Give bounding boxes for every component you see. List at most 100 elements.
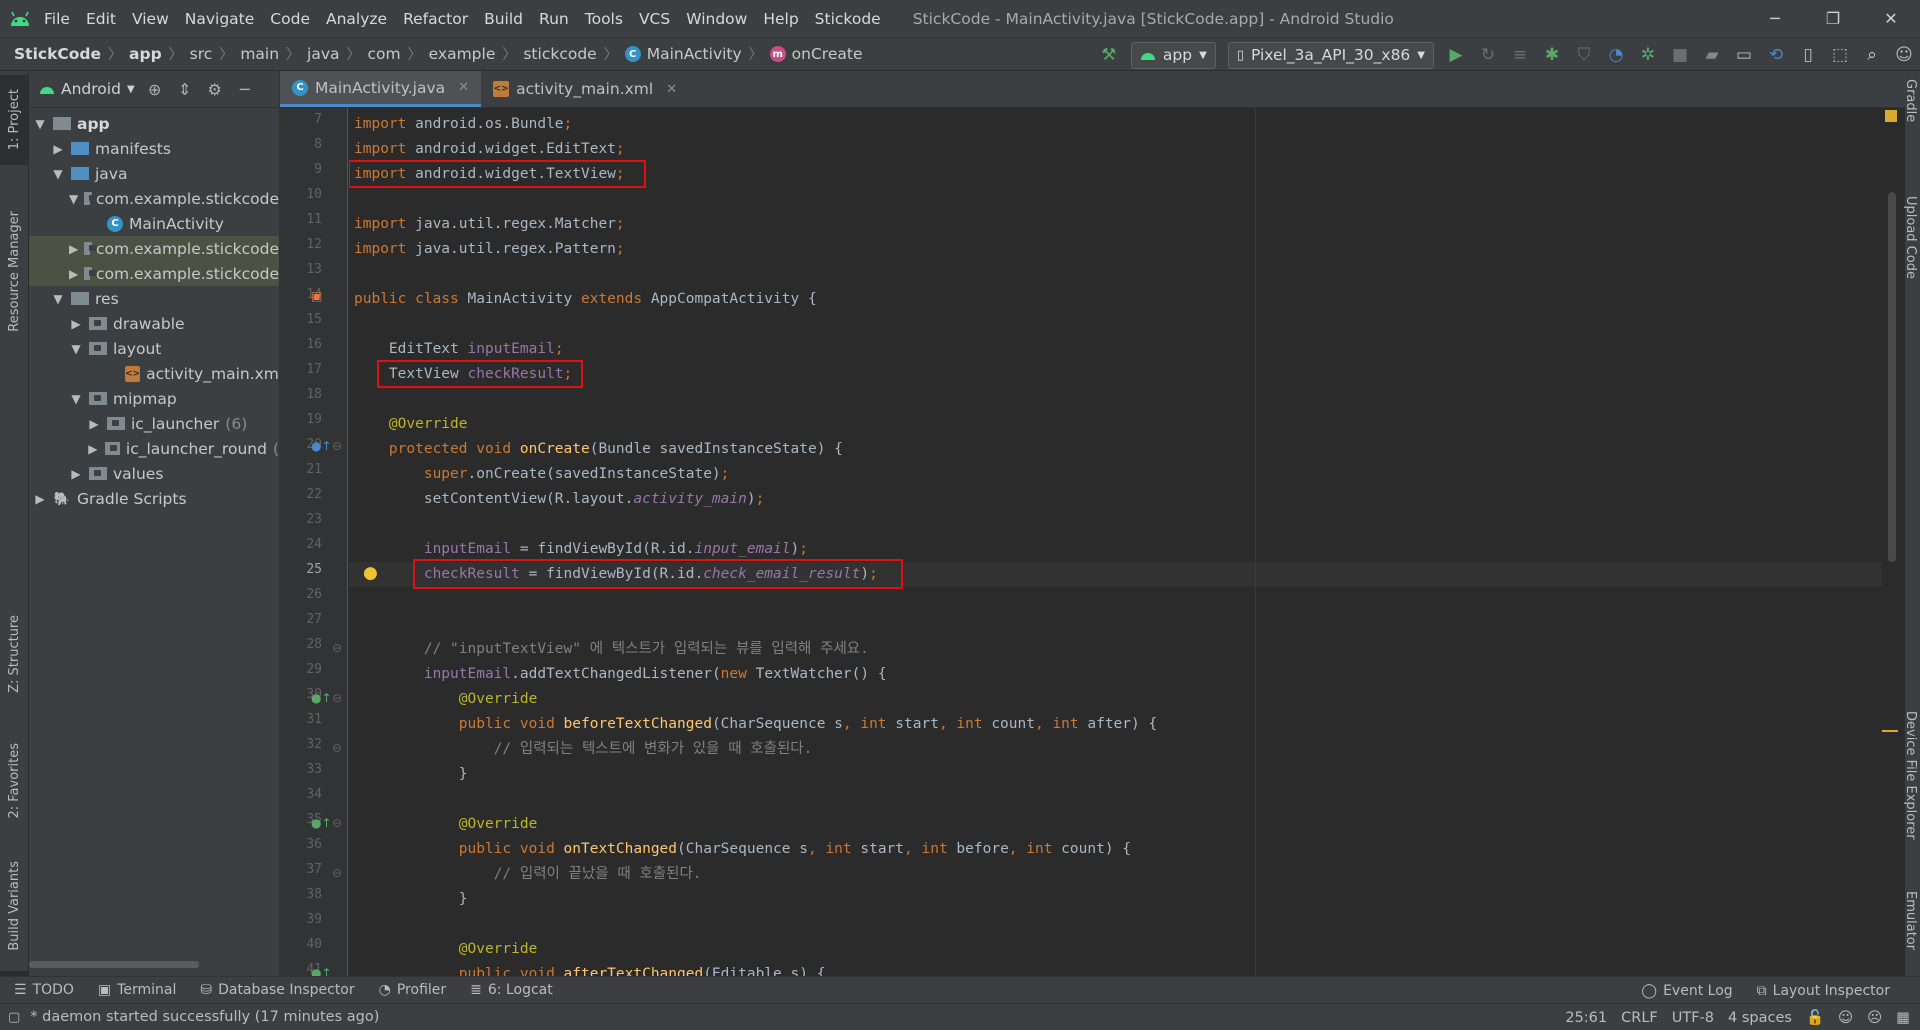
fold-icon[interactable]: ⊖ [332, 866, 342, 880]
lock-icon[interactable]: 🔓 [1806, 1009, 1824, 1026]
tab-structure[interactable]: Z: Structure [0, 601, 29, 706]
fold-icon[interactable]: ⊖ [332, 439, 342, 453]
tool-event-log[interactable]: ◯ Event Log [1641, 983, 1732, 999]
minimize-button[interactable]: ─ [1746, 0, 1804, 37]
menu-vcs[interactable]: VCS [631, 10, 678, 28]
override-icon[interactable]: ●↑ [311, 439, 332, 453]
close-icon[interactable]: ✕ [666, 82, 677, 97]
sdk-manager-button[interactable]: ⬚ [1824, 40, 1856, 70]
fold-icon[interactable]: ⊖ [332, 741, 342, 755]
scrollbar-thumb[interactable] [1888, 192, 1896, 562]
breadcrumb-method[interactable]: onCreate [792, 45, 863, 63]
tab-favorites[interactable]: 2: Favorites [0, 731, 29, 831]
menu-window[interactable]: Window [678, 10, 755, 28]
gear-icon[interactable]: ⚙ [205, 80, 225, 99]
attach-debugger-button[interactable]: ✲ [1632, 40, 1664, 70]
tree-item-drawable[interactable]: ▶ drawable [29, 311, 279, 336]
profile-button[interactable]: ◔ [1600, 40, 1632, 70]
tab-mainactivity-java[interactable]: C MainActivity.java ✕ [280, 71, 482, 107]
tree-item-mipmap[interactable]: ▼ mipmap [29, 386, 279, 411]
sad-icon[interactable]: ☹ [1867, 1010, 1882, 1026]
file-encoding[interactable]: UTF-8 [1672, 1010, 1714, 1026]
warning-stripe[interactable] [1882, 730, 1898, 732]
tab-gradle[interactable]: Gradle [1903, 79, 1918, 126]
sync-gradle-button[interactable]: ▭ [1728, 40, 1760, 70]
avd-manager-button[interactable]: ⟲ [1760, 40, 1792, 70]
tab-build-variants[interactable]: Build Variants [0, 851, 29, 961]
search-everywhere-button[interactable]: ⌕ [1856, 40, 1888, 70]
lightbulb-icon[interactable]: ● [363, 563, 378, 583]
tool-profiler[interactable]: ◔ Profiler [379, 982, 447, 998]
breadcrumb-main[interactable]: main [240, 45, 279, 63]
editor-gutter[interactable]: 7 8 9 10 11 12 13 14 15 16 17 18 19 20 2… [280, 108, 348, 976]
breadcrumb-src[interactable]: src [190, 45, 213, 63]
memory-indicator-icon[interactable]: ▦ [1896, 1010, 1910, 1026]
apply-code-changes-button[interactable]: ≡ [1504, 40, 1536, 70]
tab-project[interactable]: 1: Project [0, 75, 29, 165]
tree-item-activity-main-xml[interactable]: <> activity_main.xml [29, 361, 279, 386]
tab-resource-manager[interactable]: Resource Manager [0, 196, 29, 346]
tool-todo[interactable]: ☰ TODO [14, 982, 74, 998]
menu-navigate[interactable]: Navigate [177, 10, 263, 28]
close-window-button[interactable]: ✕ [1862, 0, 1920, 37]
tree-item-ic-launcher-round[interactable]: ▶ ic_launcher_round( [29, 436, 279, 461]
tab-emulator[interactable]: Emulator [1903, 891, 1918, 954]
coverage-button[interactable]: ⛉ [1568, 40, 1600, 70]
apply-changes-button[interactable]: ↻ [1472, 40, 1504, 70]
close-icon[interactable]: ✕ [458, 80, 469, 95]
debug-button[interactable]: ✱ [1536, 40, 1568, 70]
breadcrumb-java[interactable]: java [307, 45, 339, 63]
run-config-select[interactable]: app ▼ [1130, 41, 1216, 69]
implement-icon[interactable]: ●↑ [311, 691, 332, 705]
editor-scrollbar[interactable] [1882, 108, 1905, 976]
menu-file[interactable]: File [36, 10, 78, 28]
tool-database-inspector[interactable]: ⛁ Database Inspector [200, 982, 354, 998]
implement-icon[interactable]: ●↑ [311, 816, 332, 830]
tab-upload-code[interactable]: Upload Code [1903, 196, 1918, 283]
device-manager-button[interactable]: ▯ [1792, 40, 1824, 70]
breadcrumb-class[interactable]: MainActivity [647, 45, 742, 63]
tree-item-gradle-scripts[interactable]: ▶ 🐘 Gradle Scripts [29, 486, 279, 511]
fold-icon[interactable]: ⊖ [332, 691, 342, 705]
restore-button[interactable]: ❐ [1804, 0, 1862, 37]
tool-layout-inspector[interactable]: ⧉ Layout Inspector [1757, 983, 1890, 999]
tree-item-manifests[interactable]: ▶ manifests [29, 136, 279, 161]
target-icon[interactable]: ⊕ [145, 80, 165, 99]
run-button[interactable]: ▶ [1440, 40, 1472, 70]
menu-help[interactable]: Help [755, 10, 806, 28]
breadcrumb-example[interactable]: example [429, 45, 496, 63]
menu-stickode[interactable]: Stickode [807, 10, 889, 28]
tree-item-values[interactable]: ▶ values [29, 461, 279, 486]
menu-analyze[interactable]: Analyze [318, 10, 395, 28]
make-project-button[interactable]: ⚒ [1093, 40, 1125, 70]
tab-activity-main-xml[interactable]: <> activity_main.xml ✕ [481, 71, 689, 107]
tree-item-package-test[interactable]: ▶ com.example.stickcode [29, 261, 279, 286]
project-structure-button[interactable]: ▰ [1696, 40, 1728, 70]
menu-edit[interactable]: Edit [78, 10, 124, 28]
indent-setting[interactable]: 4 spaces [1728, 1010, 1792, 1026]
menu-code[interactable]: Code [262, 10, 318, 28]
status-panel-icon[interactable]: ▢ [8, 1010, 20, 1025]
user-button[interactable]: ☺ [1888, 40, 1920, 70]
project-view-select[interactable]: Android ▼ [39, 80, 135, 98]
breadcrumb-com[interactable]: com [368, 45, 401, 63]
tree-item-res[interactable]: ▼ res [29, 286, 279, 311]
tool-terminal[interactable]: ▣ Terminal [98, 982, 176, 998]
menu-run[interactable]: Run [531, 10, 577, 28]
breadcrumb-module[interactable]: app [129, 45, 162, 63]
device-select[interactable]: ▯ Pixel_3a_API_30_x86 ▼ [1227, 41, 1434, 69]
tree-item-java[interactable]: ▼ java [29, 161, 279, 186]
menu-refactor[interactable]: Refactor [395, 10, 476, 28]
status-message[interactable]: * daemon started successfully (17 minute… [30, 1009, 379, 1025]
breadcrumb-project[interactable]: StickCode [14, 45, 101, 63]
fold-icon[interactable]: ⊖ [332, 641, 342, 655]
tool-logcat[interactable]: ≣ 6: Logcat [470, 982, 553, 998]
fold-icon[interactable]: ⊖ [332, 816, 342, 830]
tree-item-ic-launcher[interactable]: ▶ ic_launcher (6) [29, 411, 279, 436]
warning-marker-icon[interactable] [1885, 110, 1897, 122]
stop-button[interactable]: ■ [1664, 40, 1696, 70]
hide-icon[interactable]: ─ [235, 80, 255, 99]
horizontal-scrollbar[interactable] [29, 961, 199, 968]
menu-tools[interactable]: Tools [577, 10, 631, 28]
implement-icon[interactable]: ●↑ [311, 966, 332, 976]
